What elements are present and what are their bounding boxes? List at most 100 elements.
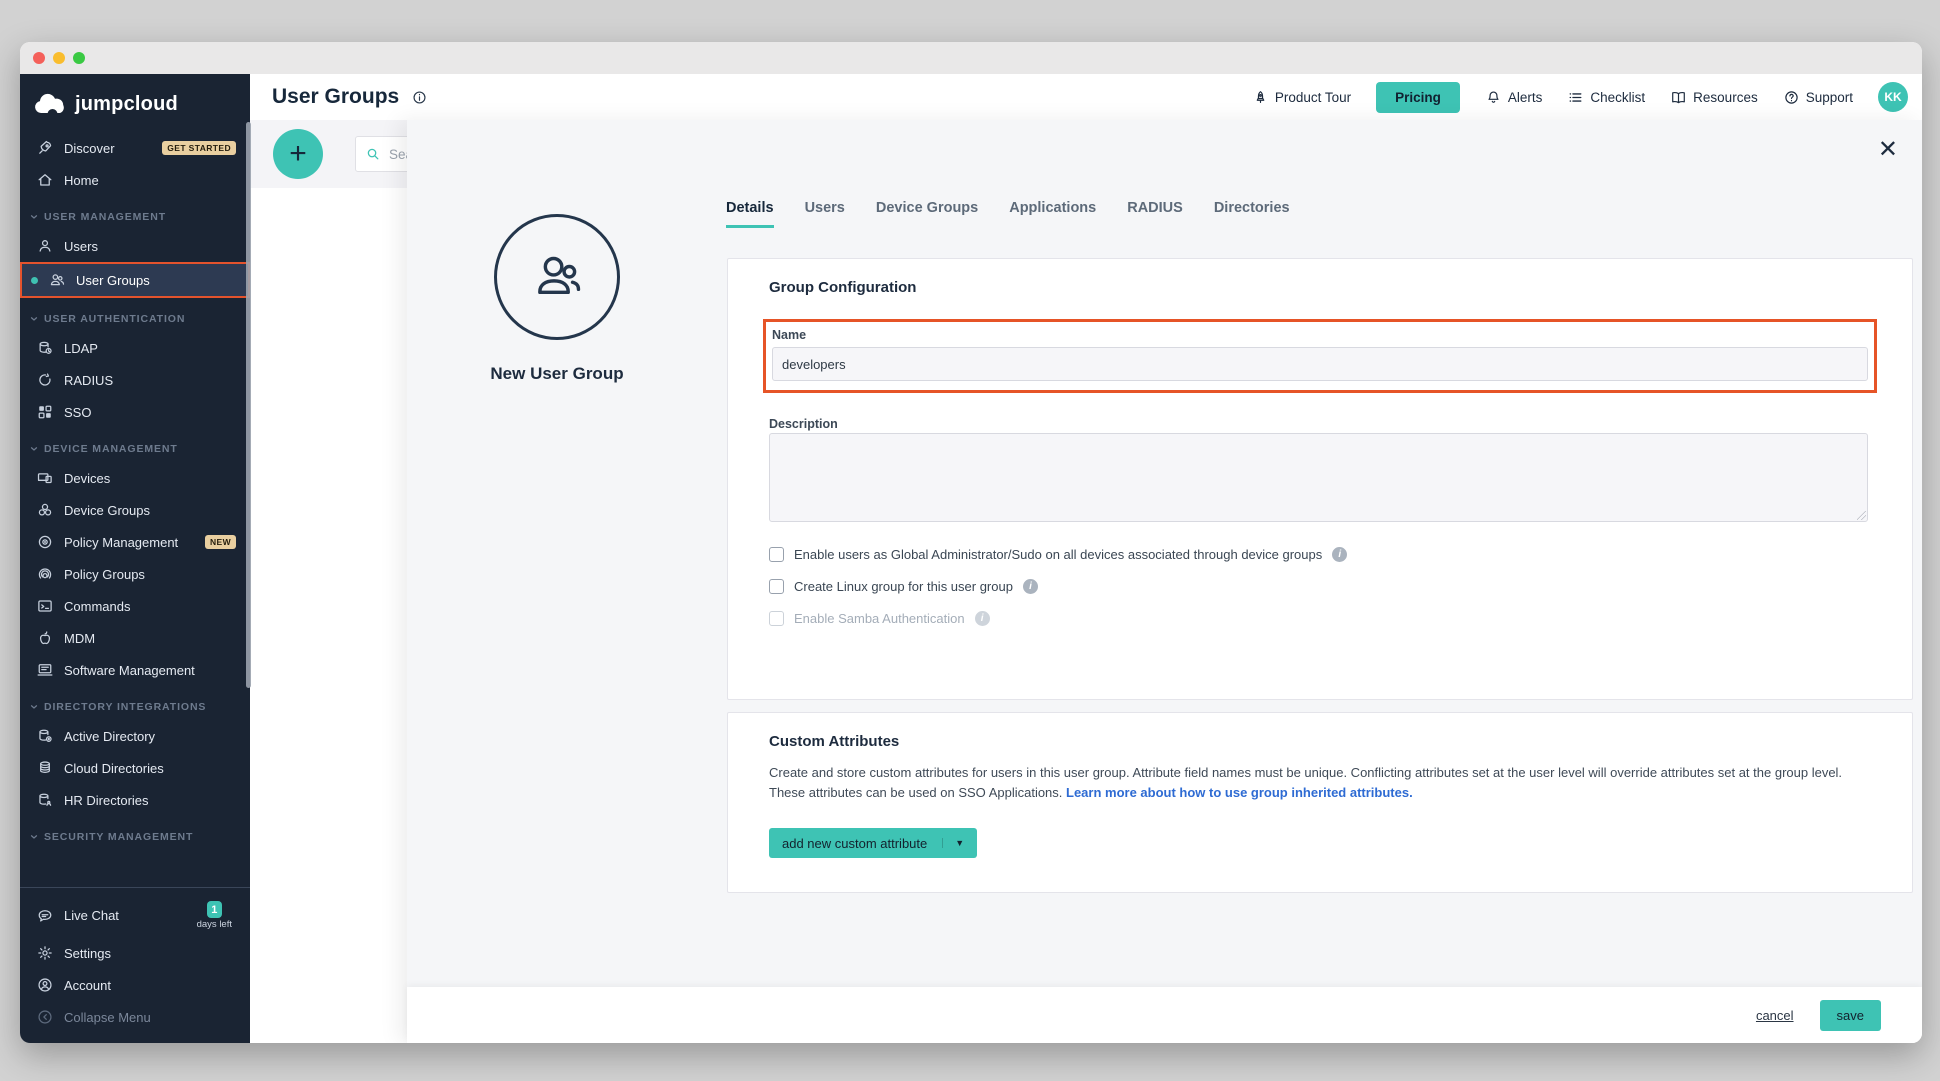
alerts-button[interactable]: Alerts	[1485, 89, 1543, 106]
pricing-button[interactable]: Pricing	[1376, 82, 1460, 113]
checklist-icon	[1567, 89, 1584, 106]
tab-users[interactable]: Users	[805, 200, 845, 228]
panel-tabs: Details Users Device Groups Applications…	[726, 200, 1290, 228]
close-icon[interactable]: ✕	[1878, 138, 1898, 162]
section-title-label: USER AUTHENTICATION	[44, 313, 185, 325]
section-user-authentication[interactable]: USER AUTHENTICATION	[20, 298, 250, 332]
jumpcloud-logo[interactable]: jumpcloud	[20, 86, 250, 132]
checkbox-label: Enable Samba Authentication	[794, 611, 965, 626]
sidebar-item-label: Active Directory	[64, 729, 155, 744]
sidebar-item-active-directory[interactable]: Active Directory	[20, 720, 250, 752]
info-icon[interactable]: i	[975, 611, 990, 626]
samba-auth-checkbox[interactable]	[769, 611, 784, 626]
sidebar-item-device-groups[interactable]: Device Groups	[20, 494, 250, 526]
tab-applications[interactable]: Applications	[1009, 200, 1096, 228]
traffic-light-zoom-icon[interactable]	[73, 52, 85, 64]
page-header: User Groups Product Tour Pricing Alerts …	[250, 74, 1922, 120]
traffic-light-minimize-icon[interactable]	[53, 52, 65, 64]
learn-more-link[interactable]: Learn more about how to use group inheri…	[1066, 785, 1413, 800]
traffic-light-close-icon[interactable]	[33, 52, 45, 64]
section-device-management[interactable]: DEVICE MANAGEMENT	[20, 428, 250, 462]
global-admin-option: Enable users as Global Administrator/Sud…	[769, 547, 1347, 562]
sidebar-item-policy-management[interactable]: Policy Management NEW	[20, 526, 250, 558]
tab-radius[interactable]: RADIUS	[1127, 200, 1183, 228]
mdm-apple-icon	[36, 629, 54, 647]
sidebar-item-sso[interactable]: SSO	[20, 396, 250, 428]
entity-summary: New User Group	[407, 214, 707, 384]
sidebar-item-home[interactable]: Home	[20, 164, 250, 196]
product-tour-button[interactable]: Product Tour	[1252, 89, 1351, 106]
section-user-management[interactable]: USER MANAGEMENT	[20, 196, 250, 230]
section-title-label: DEVICE MANAGEMENT	[44, 443, 178, 455]
sidebar-item-mdm[interactable]: MDM	[20, 622, 250, 654]
cancel-button[interactable]: cancel	[1756, 1008, 1794, 1023]
resize-handle[interactable]	[1857, 511, 1866, 520]
policy-group-icon	[36, 565, 54, 583]
sidebar-item-live-chat[interactable]: Live Chat 1 days left	[20, 894, 250, 937]
linux-group-checkbox[interactable]	[769, 579, 784, 594]
sidebar-item-label: MDM	[64, 631, 95, 646]
info-icon[interactable]	[411, 89, 428, 106]
linux-group-option: Create Linux group for this user group i	[769, 579, 1347, 594]
trial-countdown: 1 days left	[197, 901, 232, 930]
card-title: Custom Attributes	[769, 733, 899, 750]
tab-directories[interactable]: Directories	[1214, 200, 1290, 228]
sidebar-item-ldap[interactable]: LDAP	[20, 332, 250, 364]
logo-text: jumpcloud	[75, 93, 178, 116]
sidebar-item-label: Commands	[64, 599, 130, 614]
group-name-input[interactable]	[772, 347, 1868, 381]
sidebar-item-policy-groups[interactable]: Policy Groups	[20, 558, 250, 590]
info-icon[interactable]: i	[1332, 547, 1347, 562]
global-admin-checkbox[interactable]	[769, 547, 784, 562]
ldap-icon	[36, 339, 54, 357]
policy-management-icon	[36, 533, 54, 551]
save-button[interactable]: save	[1820, 1000, 1881, 1031]
sidebar-item-label: Home	[64, 173, 99, 188]
chevron-down-icon	[29, 314, 39, 324]
scrollbar-thumb[interactable]	[246, 122, 251, 688]
sidebar-item-label: Devices	[64, 471, 110, 486]
sidebar-item-account[interactable]: Account	[20, 969, 250, 1001]
cloud-logo-icon	[32, 92, 68, 116]
main-content: User Groups Product Tour Pricing Alerts …	[250, 74, 1922, 1043]
tab-device-groups[interactable]: Device Groups	[876, 200, 978, 228]
sidebar-item-users[interactable]: Users	[20, 230, 250, 262]
user-group-icon	[48, 271, 66, 289]
sidebar-item-cloud-directories[interactable]: Cloud Directories	[20, 752, 250, 784]
sidebar-item-label: LDAP	[64, 341, 98, 356]
sidebar-item-radius[interactable]: RADIUS	[20, 364, 250, 396]
section-directory-integrations[interactable]: DIRECTORY INTEGRATIONS	[20, 686, 250, 720]
section-title-label: SECURITY MANAGEMENT	[44, 831, 193, 843]
device-group-icon	[36, 501, 54, 519]
app-window: jumpcloud Discover GET STARTED Home USER…	[20, 42, 1922, 1043]
sidebar-item-software-management[interactable]: Software Management	[20, 654, 250, 686]
sidebar-item-label: Live Chat	[64, 908, 119, 923]
sidebar-item-settings[interactable]: Settings	[20, 937, 250, 969]
user-group-avatar	[494, 214, 620, 340]
chevron-down-icon	[29, 444, 39, 454]
checklist-button[interactable]: Checklist	[1567, 89, 1645, 106]
custom-attributes-card: Custom Attributes Create and store custo…	[727, 712, 1913, 893]
sidebar-item-label: SSO	[64, 405, 91, 420]
description-input[interactable]	[769, 433, 1868, 522]
resources-button[interactable]: Resources	[1670, 89, 1758, 106]
sidebar-item-commands[interactable]: Commands	[20, 590, 250, 622]
info-icon[interactable]: i	[1023, 579, 1038, 594]
sidebar-item-label: HR Directories	[64, 793, 149, 808]
option-checkboxes: Enable users as Global Administrator/Sud…	[769, 547, 1347, 626]
sidebar-item-user-groups[interactable]: User Groups	[20, 262, 250, 298]
commands-icon	[36, 597, 54, 615]
user-avatar[interactable]: KK	[1878, 82, 1908, 112]
sidebar-item-hr-directories[interactable]: HR Directories	[20, 784, 250, 816]
tab-details[interactable]: Details	[726, 200, 774, 228]
add-user-group-button[interactable]: +	[273, 129, 323, 179]
sidebar-item-label: Collapse Menu	[64, 1010, 151, 1025]
sidebar-item-discover[interactable]: Discover GET STARTED	[20, 132, 250, 164]
sidebar-item-collapse-menu[interactable]: Collapse Menu	[20, 1001, 250, 1033]
sidebar-item-devices[interactable]: Devices	[20, 462, 250, 494]
add-custom-attribute-button[interactable]: add new custom attribute ▼	[769, 828, 977, 858]
section-security-management[interactable]: SECURITY MANAGEMENT	[20, 816, 250, 850]
caret-down-icon: ▼	[942, 838, 964, 848]
support-button[interactable]: Support	[1783, 89, 1853, 106]
user-icon	[36, 237, 54, 255]
